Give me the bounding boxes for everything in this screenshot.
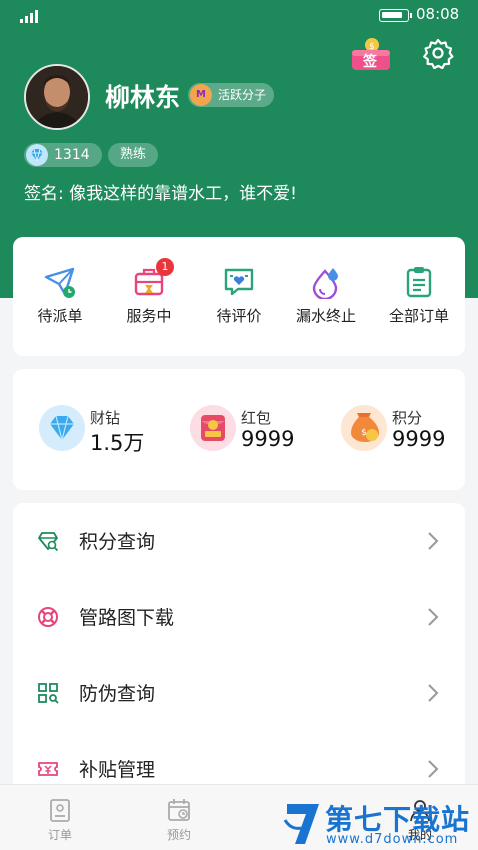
daily-sign-in-button[interactable]: $ 签 <box>350 36 392 72</box>
order-status-card: 待派单 服务中 待评价 漏水终止 全部订单 <box>13 237 465 356</box>
menu-list: 积分查询 管路图下载 防伪查询 补贴管理 <box>13 503 465 803</box>
skill-level-badge: 熟练 <box>108 143 159 167</box>
asset-value: 1.5万 <box>90 431 145 455</box>
calendar-clock-icon <box>168 799 190 821</box>
order-item-label: 服务中 <box>126 307 172 325</box>
in-service-count-badge: 1 <box>156 258 174 276</box>
status-time: 08:08 <box>416 5 460 23</box>
diamond-icon <box>26 144 48 166</box>
user-signature: 签名: 像我这样的靠谱水工，谁不爱! <box>24 184 297 204</box>
member-badge[interactable]: M 活跃分子 <box>188 83 275 107</box>
watermark-logo: 第七下载站 www.d7down.com <box>283 798 473 848</box>
send-clock-icon <box>44 267 75 298</box>
order-in-service[interactable]: 服务中 <box>109 265 189 326</box>
username: 柳林东 <box>105 83 181 112</box>
order-item-label: 待评价 <box>216 307 262 325</box>
sign-in-label: 签 <box>363 54 377 70</box>
status-bar: 08:08 <box>0 0 478 32</box>
diamond-count: 1314 <box>54 147 90 163</box>
order-item-label: 待派单 <box>37 307 83 325</box>
money-bag-icon: $ <box>341 405 387 451</box>
diamond-search-icon <box>38 532 59 552</box>
asset-value: 9999 <box>241 427 295 451</box>
seven-logo-icon <box>283 804 319 844</box>
menu-item-label: 管路图下载 <box>79 607 175 629</box>
chevron-right-icon <box>428 684 439 702</box>
ticket-icon <box>38 762 58 776</box>
menu-item-label: 防伪查询 <box>79 683 156 705</box>
order-doc-icon <box>50 799 70 822</box>
tab-appointments[interactable]: 预约 <box>149 797 209 843</box>
diamond-icon <box>39 405 85 451</box>
order-all[interactable]: 全部订单 <box>379 265 459 326</box>
chevron-right-icon <box>428 608 439 626</box>
battery-icon <box>379 9 412 22</box>
settings-gear-icon[interactable] <box>422 37 454 70</box>
asset-title: 财钻 <box>90 409 121 427</box>
member-badge-icon: M <box>190 84 212 106</box>
menu-pipeline-download[interactable]: 管路图下载 <box>13 579 465 655</box>
asset-title: 红包 <box>241 409 272 427</box>
assets-card: 财钻 1.5万 红包 9999 $ 积分 9999 <box>13 369 465 490</box>
member-badge-label: 活跃分子 <box>218 88 267 102</box>
order-pending-dispatch[interactable]: 待派单 <box>20 265 100 326</box>
tab-orders[interactable]: 订单 <box>30 797 90 843</box>
clipboard-icon <box>406 267 432 298</box>
order-pending-review[interactable]: 待评价 <box>199 265 279 326</box>
water-drop-icon <box>312 268 338 299</box>
diamond-balance[interactable]: 1314 <box>24 143 102 167</box>
tab-label: 订单 <box>47 828 72 842</box>
asset-title: 积分 <box>392 409 423 427</box>
menu-points-query[interactable]: 积分查询 <box>13 503 465 579</box>
chevron-right-icon <box>428 760 439 778</box>
order-item-label: 全部订单 <box>388 307 449 325</box>
order-leak-terminated[interactable]: 漏水终止 <box>286 265 366 326</box>
lifebuoy-icon <box>38 607 58 627</box>
svg-text:$: $ <box>361 428 367 438</box>
order-item-label: 漏水终止 <box>295 307 356 325</box>
menu-item-label: 积分查询 <box>79 531 156 553</box>
user-avatar[interactable] <box>24 64 90 130</box>
qr-scan-icon <box>38 683 59 704</box>
asset-value: 9999 <box>392 427 446 451</box>
chevron-right-icon <box>428 532 439 550</box>
menu-item-label: 补贴管理 <box>79 759 156 781</box>
tab-label: 预约 <box>166 828 191 842</box>
chat-heart-icon <box>224 268 254 296</box>
watermark-url: www.d7down.com <box>326 832 459 847</box>
menu-anti-counterfeit[interactable]: 防伪查询 <box>13 655 465 731</box>
signal-icon <box>20 9 40 23</box>
red-packet-icon <box>190 405 236 451</box>
